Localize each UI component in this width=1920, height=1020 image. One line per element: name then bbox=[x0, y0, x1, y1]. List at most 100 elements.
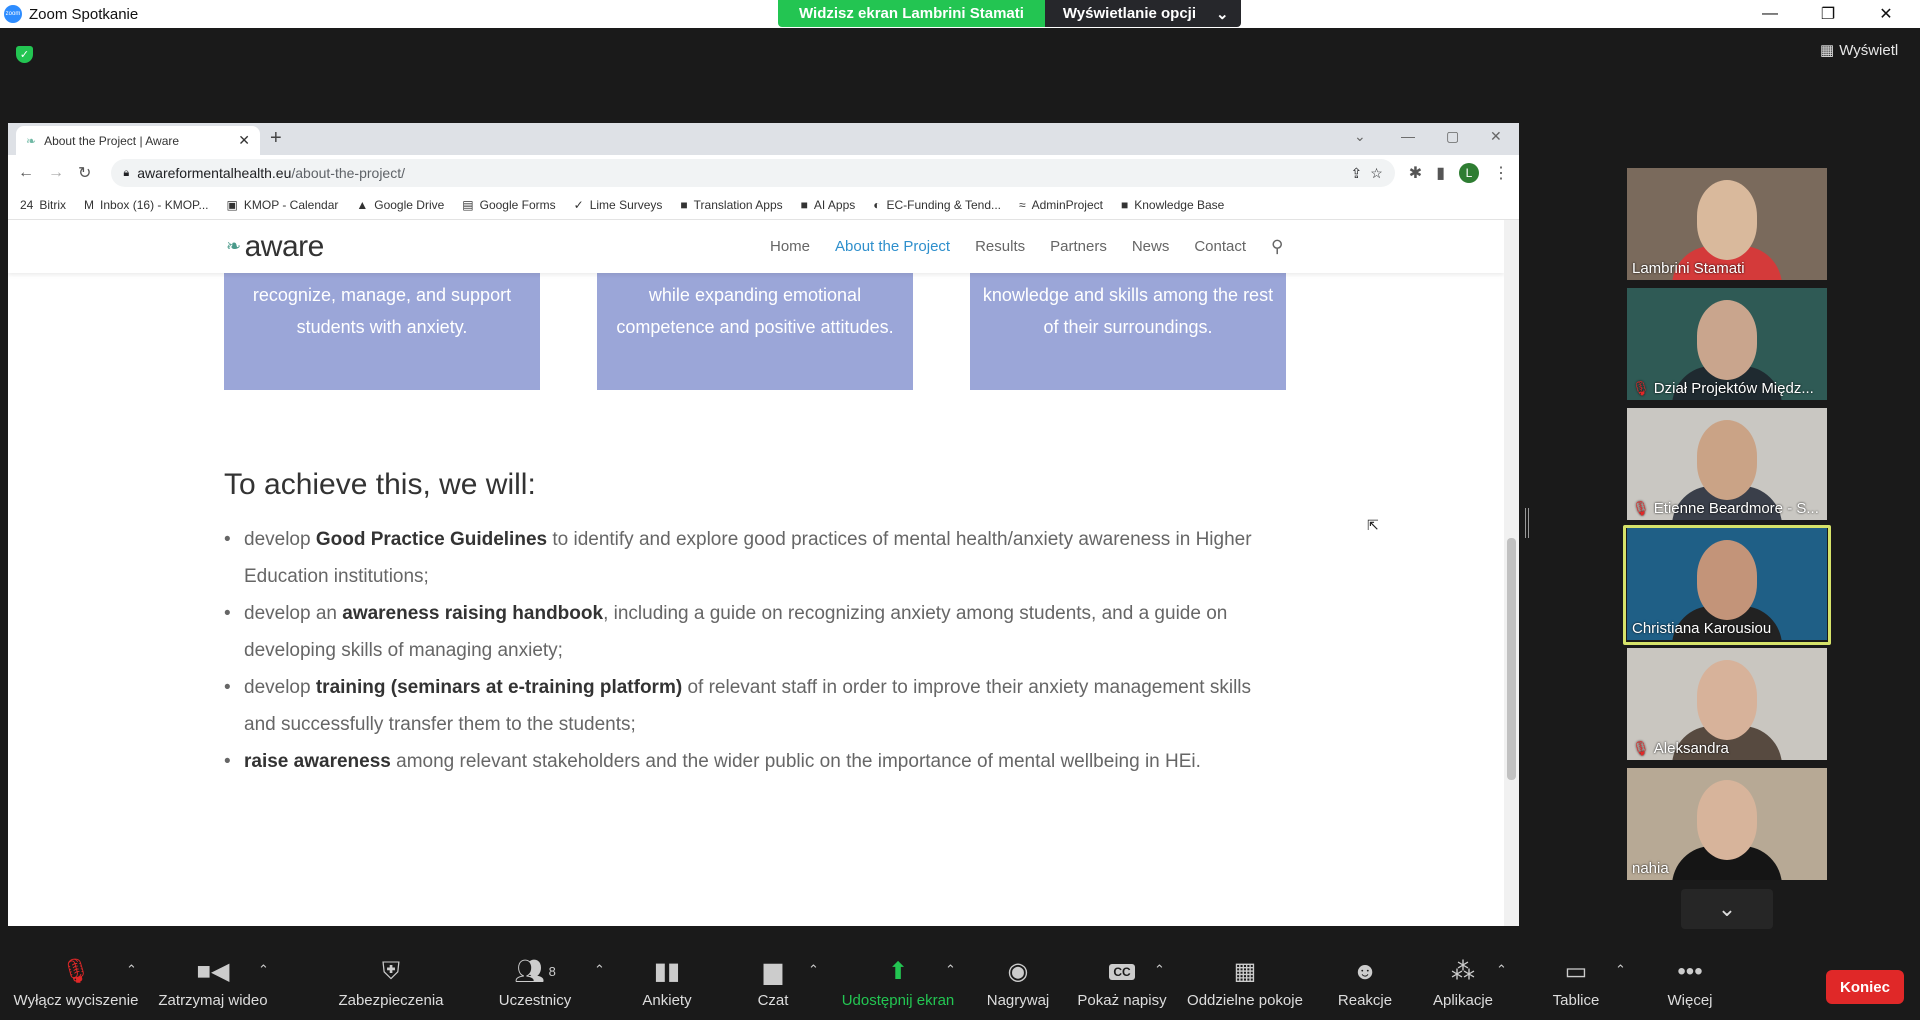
participant-name: Etienne Beardmore - S... bbox=[1653, 500, 1819, 517]
close-button[interactable]: ✕ bbox=[1858, 0, 1914, 28]
tab-search-icon[interactable]: ⌄ bbox=[1354, 128, 1366, 145]
share-screen-button[interactable]: ⬆ Udostępnij ekran bbox=[838, 946, 958, 1020]
unmute-button[interactable]: 🎙︎ Wyłącz wyciszenie bbox=[14, 946, 139, 1020]
apps-caret-icon[interactable]: ⌃ bbox=[1496, 962, 1507, 978]
apps-button[interactable]: ⁂ Aplikacje bbox=[1427, 946, 1499, 1020]
stop-video-button[interactable]: ■◀ Zatrzymaj wideo bbox=[158, 946, 268, 1020]
back-arrow-icon[interactable]: ← bbox=[18, 164, 34, 182]
restore-button[interactable]: ❐ bbox=[1800, 0, 1856, 28]
view-options-button[interactable]: Wyświetlanie opcji ⌄ bbox=[1044, 0, 1241, 27]
record-button[interactable]: ◉ Nagrywaj bbox=[978, 946, 1058, 1020]
reload-icon[interactable]: ↻ bbox=[78, 163, 91, 183]
bookmark-item[interactable]: ▣ KMOP - Calendar bbox=[227, 198, 339, 212]
participants-caret-icon[interactable]: ⌃ bbox=[594, 962, 605, 978]
security-button[interactable]: ⛨ Zabezpieczenia bbox=[336, 946, 446, 1020]
kebab-menu-icon[interactable]: ⋮ bbox=[1493, 163, 1509, 183]
bookmark-item[interactable]: ✓ Lime Surveys bbox=[574, 198, 663, 212]
participant-tile[interactable]: Lambrini Stamati bbox=[1627, 168, 1827, 280]
profile-avatar[interactable]: L bbox=[1459, 163, 1479, 183]
card-text-line: competence and positive attitudes. bbox=[616, 317, 894, 337]
card-text-line: of their surroundings. bbox=[1043, 317, 1213, 337]
page-scrollbar[interactable] bbox=[1504, 220, 1519, 926]
site-logo[interactable]: ❧ aware bbox=[226, 230, 324, 264]
extensions-icon[interactable]: ✱ bbox=[1409, 163, 1422, 183]
goal-list-item: raise awareness among relevant stakehold… bbox=[224, 743, 1284, 780]
share-caret-icon[interactable]: ⌃ bbox=[945, 962, 956, 978]
browser-restore-icon[interactable]: ▢ bbox=[1446, 128, 1459, 145]
reactions-button[interactable]: ☻ Reakcje bbox=[1335, 946, 1395, 1020]
search-icon[interactable]: ⚲ bbox=[1271, 237, 1283, 257]
apps-icon: ⁂ bbox=[1451, 958, 1475, 985]
polls-button[interactable]: ▮▮ Ankiety bbox=[637, 946, 697, 1020]
participant-face bbox=[1697, 180, 1757, 260]
side-panel-icon[interactable]: ▮ bbox=[1436, 163, 1445, 183]
security-label: Zabezpieczenia bbox=[338, 991, 444, 1009]
encryption-shield-icon[interactable]: ✓ bbox=[16, 46, 33, 63]
captions-label: Pokaż napisy bbox=[1077, 991, 1167, 1009]
muted-mic-icon: 🎙︎ bbox=[60, 958, 92, 985]
bookmark-item[interactable]: ■ Knowledge Base bbox=[1121, 198, 1224, 212]
minimize-button[interactable]: — bbox=[1742, 0, 1798, 28]
nav-about-the-project[interactable]: About the Project bbox=[835, 238, 950, 255]
url-input[interactable]: 🔒︎ awareformentalhealth.eu/about-the-pro… bbox=[111, 159, 1395, 187]
bookmark-icon: ▣ bbox=[226, 198, 238, 212]
participant-tile[interactable]: 🎙︎ Dział Projektów Międz... bbox=[1627, 288, 1827, 400]
goal-text-bold: training (seminars at e-training platfor… bbox=[315, 677, 683, 698]
goal-list-item: develop Good Practice Guidelines to iden… bbox=[224, 521, 1284, 595]
more-button[interactable]: ••• Więcej bbox=[1664, 946, 1716, 1020]
goal-text-bold: Good Practice Guidelines bbox=[315, 529, 548, 550]
share-icon[interactable]: ⇪ bbox=[1350, 165, 1362, 182]
bookmark-icon: ■ bbox=[680, 198, 688, 212]
nav-results[interactable]: Results bbox=[975, 238, 1025, 255]
bookmark-icon: ▲ bbox=[356, 198, 369, 212]
new-tab-icon[interactable]: + bbox=[270, 127, 282, 150]
whiteboards-button[interactable]: ▭ Tablice bbox=[1546, 946, 1606, 1020]
bookmark-item[interactable]: M Inbox (16) - KMOP... bbox=[84, 198, 209, 212]
nav-home[interactable]: Home bbox=[770, 238, 810, 255]
participant-tile[interactable]: 🎙︎ Aleksandra bbox=[1627, 648, 1827, 760]
whiteboards-caret-icon[interactable]: ⌃ bbox=[1615, 962, 1626, 978]
bookmark-item[interactable]: ■ AI Apps bbox=[801, 198, 856, 212]
end-meeting-button[interactable]: Koniec bbox=[1826, 970, 1904, 1004]
more-label: Więcej bbox=[1667, 991, 1713, 1009]
lock-icon: 🔒︎ bbox=[123, 166, 130, 179]
splitter-handle[interactable] bbox=[1525, 508, 1529, 538]
participant-name: nahia bbox=[1632, 860, 1669, 877]
bookmark-item[interactable]: ▤ Google Forms bbox=[462, 198, 555, 212]
browser-tab[interactable]: ❧ About the Project | Aware ✕ bbox=[16, 126, 260, 155]
bookmark-item[interactable]: ■ Translation Apps bbox=[680, 198, 782, 212]
chat-caret-icon[interactable]: ⌃ bbox=[808, 962, 819, 978]
browser-close-icon[interactable]: ✕ bbox=[1490, 128, 1502, 145]
audio-options-caret-icon[interactable]: ⌃ bbox=[126, 962, 137, 978]
participant-tile[interactable]: nahia bbox=[1627, 768, 1827, 880]
participant-name: Dział Projektów Międz... bbox=[1653, 380, 1814, 397]
gallery-scroll-down-button[interactable]: ⌄ bbox=[1681, 889, 1773, 929]
view-button[interactable]: ▦ Wyświetl bbox=[1820, 41, 1898, 60]
goal-card: while expanding emotional competence and … bbox=[597, 273, 913, 390]
video-options-caret-icon[interactable]: ⌃ bbox=[258, 962, 269, 978]
bookmark-item[interactable]: ▲ Google Drive bbox=[356, 198, 444, 212]
forward-arrow-icon[interactable]: → bbox=[48, 164, 64, 182]
section-heading: To achieve this, we will: bbox=[224, 468, 536, 501]
bookmark-star-icon[interactable]: ☆ bbox=[1370, 165, 1383, 182]
goal-text-bold: awareness raising handbook bbox=[342, 603, 604, 624]
nav-news[interactable]: News bbox=[1132, 238, 1170, 255]
captions-caret-icon[interactable]: ⌃ bbox=[1154, 962, 1165, 978]
chat-button[interactable]: ▆ Czat bbox=[753, 946, 793, 1020]
bookmark-item[interactable]: 24 Bitrix bbox=[20, 198, 66, 212]
scrollbar-thumb[interactable] bbox=[1507, 538, 1516, 780]
close-tab-icon[interactable]: ✕ bbox=[238, 132, 250, 149]
participants-button[interactable]: 👥︎ 8 Uczestnicy bbox=[490, 946, 580, 1020]
card-text-line: students with anxiety. bbox=[296, 317, 468, 337]
breakout-rooms-button[interactable]: ▦ Oddzielne pokoje bbox=[1182, 946, 1308, 1020]
bookmark-item[interactable]: ≈ AdminProject bbox=[1019, 198, 1103, 212]
bookmark-item[interactable]: ◐ EC-Funding & Tend... bbox=[873, 198, 1001, 212]
nav-contact[interactable]: Contact bbox=[1194, 238, 1246, 255]
muted-mic-icon: 🎙︎ bbox=[1632, 380, 1650, 396]
participant-name-tag: nahia bbox=[1632, 860, 1669, 877]
participant-tile[interactable]: 🎙︎ Etienne Beardmore - S... bbox=[1627, 408, 1827, 520]
browser-minimize-icon[interactable]: — bbox=[1401, 128, 1415, 144]
nav-partners[interactable]: Partners bbox=[1050, 238, 1107, 255]
share-screen-label: Udostępnij ekran bbox=[841, 991, 955, 1009]
captions-button[interactable]: CC Pokaż napisy bbox=[1077, 946, 1167, 1020]
